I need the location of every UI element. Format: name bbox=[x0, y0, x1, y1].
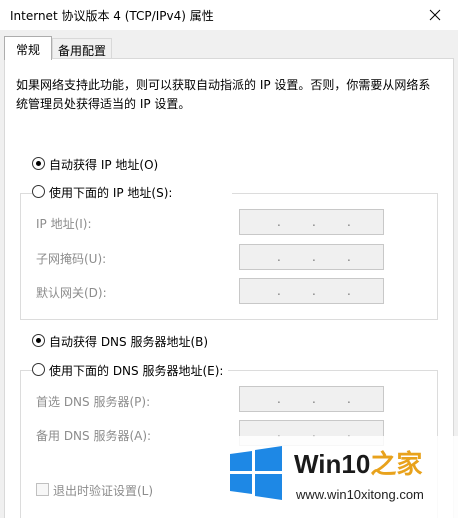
validate-settings-label[interactable]: 退出时验证设置(L) bbox=[53, 482, 153, 499]
tab-strip: 常规 备用配置 bbox=[0, 30, 458, 60]
window-title: Internet 协议版本 4 (TCP/IPv4) 属性 bbox=[10, 9, 214, 23]
validate-settings-checkbox[interactable] bbox=[36, 483, 49, 496]
tab-alternate-configuration[interactable]: 备用配置 bbox=[52, 38, 112, 59]
tab-general[interactable]: 常规 bbox=[4, 36, 52, 60]
ip-address-input[interactable]: . . . bbox=[239, 209, 384, 235]
manual-ip-radio-label[interactable]: 使用下面的 IP 地址(S): bbox=[49, 184, 172, 201]
default-gateway-input[interactable]: . . . bbox=[239, 278, 384, 304]
close-icon bbox=[429, 9, 441, 21]
auto-dns-radio[interactable] bbox=[32, 334, 45, 347]
preferred-dns-input[interactable]: . . . bbox=[239, 386, 384, 412]
subnet-mask-label: 子网掩码(U): bbox=[36, 252, 107, 266]
watermark-title-accent: 之家 bbox=[370, 449, 423, 479]
watermark-title-main: Win10 bbox=[294, 449, 371, 479]
site-watermark: Win10之家 www.win10xitong.com bbox=[220, 436, 458, 518]
alternate-dns-label: 备用 DNS 服务器(A): bbox=[36, 429, 152, 443]
close-button[interactable] bbox=[412, 0, 458, 30]
subnet-mask-input[interactable]: . . . bbox=[239, 244, 384, 270]
manual-dns-radio-row[interactable]: 使用下面的 DNS 服务器地址(E): bbox=[32, 361, 228, 379]
windows-logo-icon bbox=[230, 446, 282, 500]
auto-dns-radio-label[interactable]: 自动获得 DNS 服务器地址(B) bbox=[49, 333, 208, 350]
watermark-url: www.win10xitong.com bbox=[296, 487, 424, 502]
watermark-title: Win10之家 bbox=[294, 444, 422, 481]
auto-ip-radio-label[interactable]: 自动获得 IP 地址(O) bbox=[49, 156, 158, 173]
ip-address-label: IP 地址(I): bbox=[36, 217, 92, 231]
manual-dns-radio[interactable] bbox=[32, 363, 45, 376]
description-text: 如果网络支持此功能，则可以获取自动指派的 IP 设置。否则，你需要从网络系统管理… bbox=[16, 78, 431, 111]
auto-ip-radio[interactable] bbox=[32, 157, 45, 170]
manual-dns-radio-label[interactable]: 使用下面的 DNS 服务器地址(E): bbox=[49, 362, 223, 379]
manual-ip-radio[interactable] bbox=[32, 185, 45, 198]
default-gateway-label: 默认网关(D): bbox=[36, 286, 107, 300]
title-bar: Internet 协议版本 4 (TCP/IPv4) 属性 bbox=[0, 0, 458, 30]
preferred-dns-label: 首选 DNS 服务器(P): bbox=[36, 395, 151, 409]
manual-ip-radio-row[interactable]: 使用下面的 IP 地址(S): bbox=[32, 183, 232, 201]
